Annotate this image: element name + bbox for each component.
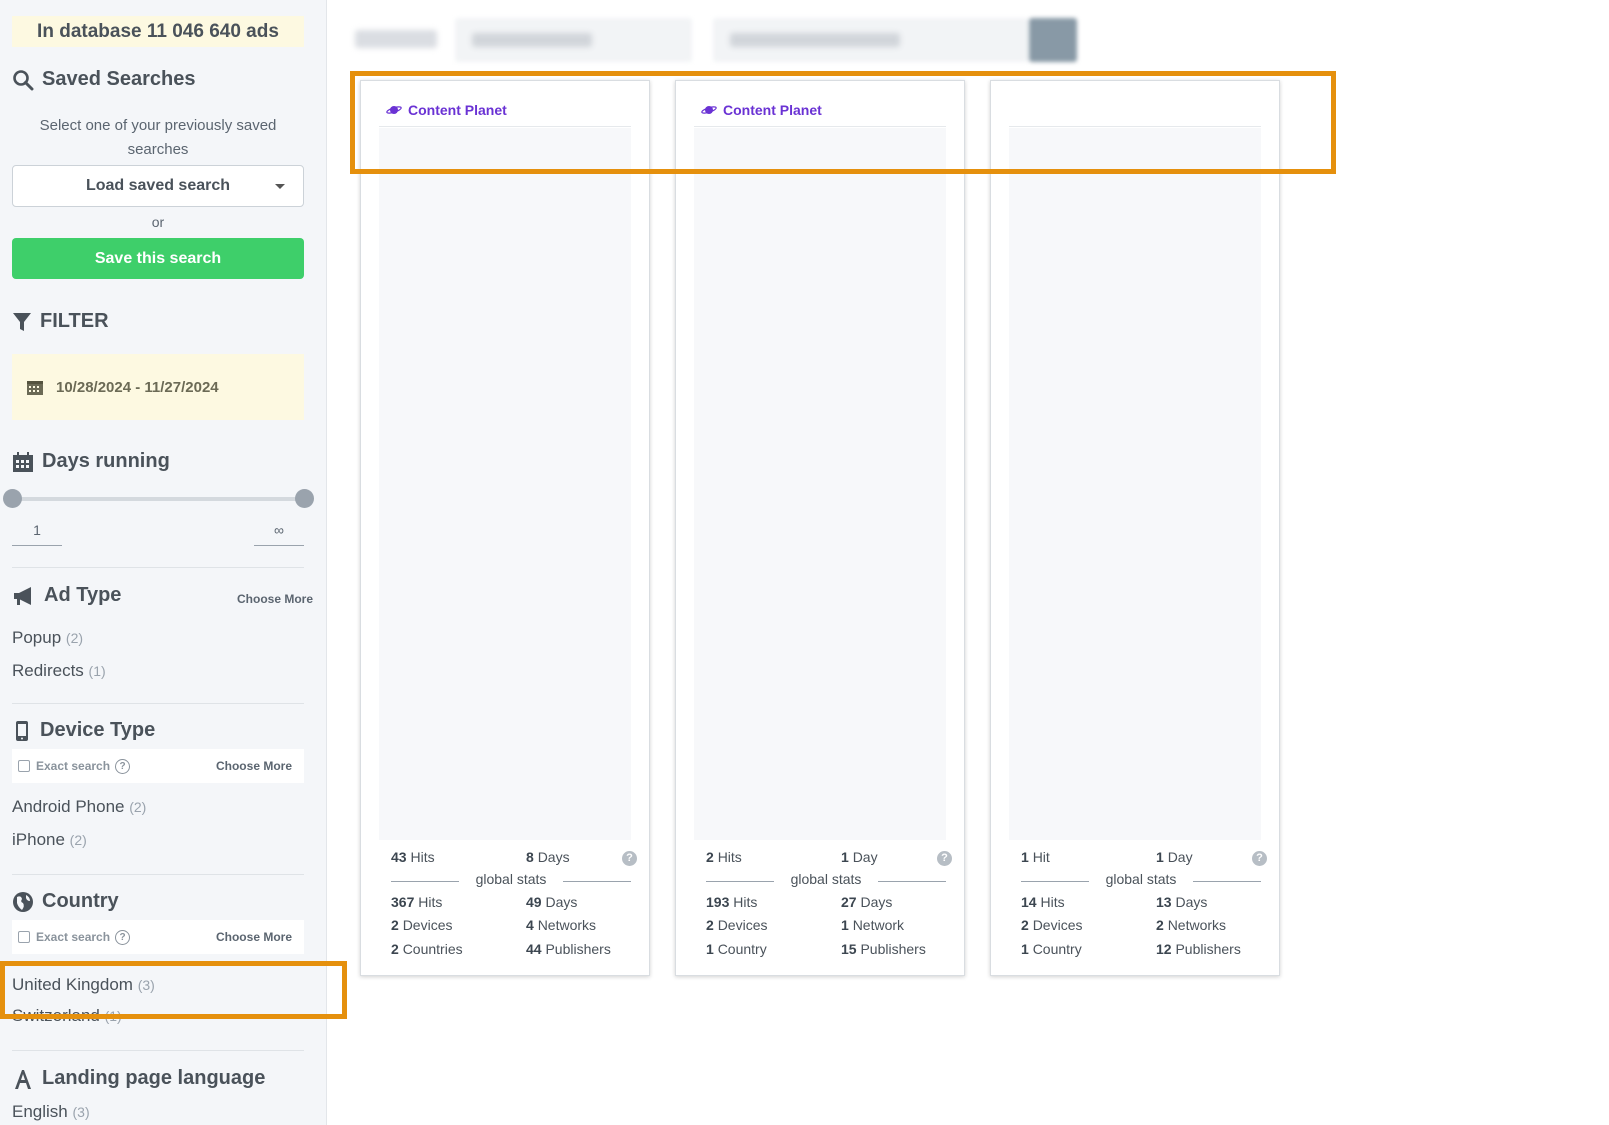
filter-sidebar: In database 11 046 640 ads Saved Searche… xyxy=(0,0,327,1125)
ad-days: 1 Day xyxy=(1156,849,1193,865)
filter-title: FILTER xyxy=(12,310,109,333)
device-item-android-phone[interactable]: Android Phone (2) xyxy=(12,797,146,817)
blurred-input-text xyxy=(472,33,592,47)
language-item-english[interactable]: English (3) xyxy=(12,1102,90,1122)
global-days: 13 Days xyxy=(1156,894,1208,910)
global-devices: 2 Devices xyxy=(391,917,453,933)
device-exact-search-row: Exact search ? Choose More xyxy=(12,749,304,783)
global-networks: 1 Network xyxy=(841,917,905,933)
ad-hits: 1 Hit xyxy=(1021,849,1050,865)
global-devices: 2 Devices xyxy=(706,917,768,933)
saved-searches-hint: Select one of your previously saved sear… xyxy=(39,117,277,158)
global-days: 49 Days xyxy=(526,894,578,910)
global-stats-label: global stats xyxy=(1021,871,1261,887)
ad-days: 1 Day xyxy=(841,849,878,865)
ad-type-title: Ad Type xyxy=(12,584,121,607)
ad-card[interactable]: ? 1 Hit 1 Day global stats 14 Hits 13 Da… xyxy=(990,80,1280,976)
global-countries: 1 Country xyxy=(1021,941,1082,957)
ad-card[interactable]: Content Planet ? 43 Hits 8 Days global s… xyxy=(360,80,650,976)
device-exact-search-checkbox[interactable] xyxy=(18,760,30,772)
device-type-title: Device Type xyxy=(12,719,155,742)
highlight-box-country xyxy=(0,961,347,1019)
blurred-input-text xyxy=(730,33,900,47)
divider xyxy=(12,1050,304,1051)
ad-creative-preview[interactable] xyxy=(1009,128,1261,840)
country-exact-search-checkbox[interactable] xyxy=(18,931,30,943)
mobile-phone-icon xyxy=(16,720,28,741)
global-hits: 367 Hits xyxy=(391,894,443,910)
divider xyxy=(12,567,304,568)
calendar-icon xyxy=(27,381,43,395)
calendar-icon xyxy=(13,451,33,472)
country-exact-search-row: Exact search ? Choose More xyxy=(12,920,304,954)
help-icon[interactable]: ? xyxy=(115,929,131,945)
saved-searches-title: Saved Searches xyxy=(12,68,195,91)
days-running-min-input[interactable]: 1 xyxy=(12,522,62,546)
help-icon[interactable]: ? xyxy=(115,758,131,774)
funnel-icon xyxy=(13,312,31,331)
days-running-min-handle[interactable] xyxy=(3,489,22,508)
ad-card[interactable]: Content Planet ? 2 Hits 1 Day global sta… xyxy=(675,80,965,976)
days-running-slider-track[interactable] xyxy=(12,497,304,501)
landing-language-title: Landing page language xyxy=(12,1067,265,1090)
device-type-choose-more[interactable]: Choose More xyxy=(216,759,292,773)
divider xyxy=(12,874,304,875)
days-running-max-handle[interactable] xyxy=(295,489,314,508)
load-saved-search-dropdown[interactable]: Load saved search xyxy=(12,165,304,207)
global-publishers: 15 Publishers xyxy=(841,941,926,957)
global-countries: 2 Countries xyxy=(391,941,463,957)
or-separator: or xyxy=(151,214,165,230)
search-icon xyxy=(13,69,34,90)
ad-creative-preview[interactable] xyxy=(694,128,946,840)
global-stats-label: global stats xyxy=(706,871,946,887)
global-hits: 193 Hits xyxy=(706,894,758,910)
global-countries: 1 Country xyxy=(706,941,767,957)
ad-type-item-redirects[interactable]: Redirects (1) xyxy=(12,661,106,681)
megaphone-icon xyxy=(14,586,31,605)
divider xyxy=(12,703,304,704)
date-range-picker[interactable]: 10/28/2024 - 11/27/2024 xyxy=(12,354,304,420)
blurred-search-label xyxy=(355,30,437,48)
global-days: 27 Days xyxy=(841,894,893,910)
ad-hits: 2 Hits xyxy=(706,849,742,865)
ad-type-item-popup[interactable]: Popup (2) xyxy=(12,628,83,648)
font-icon xyxy=(15,1069,31,1089)
save-search-button[interactable]: Save this search xyxy=(12,238,304,279)
days-running-max-input[interactable]: ∞ xyxy=(254,522,304,546)
ad-hits: 43 Hits xyxy=(391,849,435,865)
global-stats-label: global stats xyxy=(391,871,631,887)
global-networks: 2 Networks xyxy=(1156,917,1227,933)
database-count-banner: In database 11 046 640 ads xyxy=(12,16,304,47)
device-item-iphone[interactable]: iPhone (2) xyxy=(12,830,87,850)
blurred-search-button[interactable] xyxy=(1029,18,1077,62)
global-publishers: 12 Publishers xyxy=(1156,941,1241,957)
global-publishers: 44 Publishers xyxy=(526,941,611,957)
ad-days: 8 Days xyxy=(526,849,570,865)
caret-down-icon xyxy=(275,184,285,189)
global-devices: 2 Devices xyxy=(1021,917,1083,933)
global-networks: 4 Networks xyxy=(526,917,597,933)
global-hits: 14 Hits xyxy=(1021,894,1065,910)
highlight-box-card-headers xyxy=(350,71,1336,174)
country-choose-more[interactable]: Choose More xyxy=(216,930,292,944)
ad-creative-preview[interactable] xyxy=(379,128,631,840)
globe-icon xyxy=(13,891,33,912)
days-running-title: Days running xyxy=(12,450,170,473)
country-title: Country xyxy=(12,890,119,913)
ad-type-choose-more[interactable]: Choose More xyxy=(237,592,313,606)
